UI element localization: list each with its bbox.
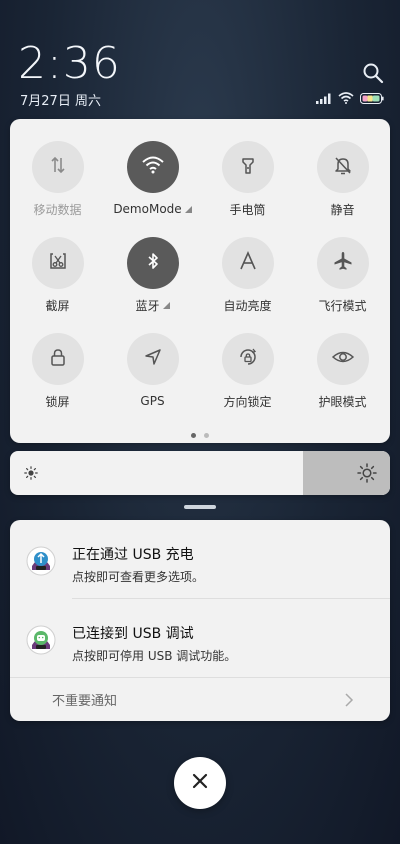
screenshot-icon [47,250,69,276]
tile-label: 移动数据 [33,201,81,217]
page-dot [204,433,209,438]
tile-circle [31,141,84,193]
tile-circle [221,141,274,193]
usb-icon [26,546,56,576]
tile-label: 自动亮度 [223,297,271,313]
notification-usb-charging[interactable]: 正在通过 USB 充电 点按即可查看更多选项。 [10,520,390,598]
tile-label: 方向锁定 [223,393,271,409]
airplane-icon [332,250,354,276]
tile-circle [221,237,274,289]
tile-label-text: 锁屏 [45,394,70,409]
tile-label-text: 护眼模式 [318,394,367,409]
tile-label: 蓝牙 [135,297,170,313]
tile-rotation-lock[interactable]: 方向锁定 [200,333,295,409]
android-debug-icon [26,625,56,655]
rotation-lock-icon [237,346,259,372]
search-icon[interactable] [362,62,384,84]
tile-label: 静音 [330,201,354,217]
notification-body: 点按即可查看更多选项。 [72,570,205,584]
tile-label-text: 方向锁定 [223,394,272,409]
wifi-status-icon [338,92,354,104]
bluetooth-icon [142,250,164,276]
close-icon [191,772,209,794]
tile-label-text: DemoMode [113,202,182,216]
tile-label-text: 移动数据 [33,202,82,217]
quick-settings-panel: 移动数据 DemoMode 手电筒 静音 截屏 蓝牙 自动亮度 飞行模式 锁屏 … [10,119,390,443]
tile-circle [126,237,179,289]
tile-label-text: GPS [140,394,165,408]
tile-wifi[interactable]: DemoMode [105,141,200,217]
notification-title: 正在通过 USB 充电 [72,547,194,563]
tile-silent[interactable]: 静音 [295,141,390,217]
tile-circle [316,141,369,193]
tile-bluetooth[interactable]: 蓝牙 [105,237,200,313]
tile-circle [31,237,84,289]
tile-label-text: 手电筒 [229,202,266,217]
tile-label-text: 飞行模式 [318,298,367,313]
bell-off-icon [332,154,354,180]
tile-label-text: 自动亮度 [223,298,272,313]
tile-airplane-mode[interactable]: 飞行模式 [295,237,390,313]
chevron-right-icon [344,692,354,712]
wifi-icon [141,155,165,179]
unimportant-notifications-row[interactable]: 不重要通知 [10,678,390,721]
tile-label-text: 蓝牙 [135,298,160,313]
tile-label: 锁屏 [45,393,69,409]
flashlight-icon [237,154,259,180]
tile-auto-brightness[interactable]: 自动亮度 [200,237,295,313]
signal-corner-icon [162,301,170,309]
tile-label-text: 静音 [330,202,355,217]
notification-body: 点按即可停用 USB 调试功能。 [72,649,237,663]
quick-settings-grid: 移动数据 DemoMode 手电筒 静音 截屏 蓝牙 自动亮度 飞行模式 锁屏 … [10,141,390,409]
tile-circle [316,333,369,385]
brightness-high-icon [357,463,377,487]
eye-icon [331,346,355,372]
tile-lock-screen[interactable]: 锁屏 [10,333,105,409]
tile-label: 飞行模式 [318,297,366,313]
unimportant-label: 不重要通知 [52,694,118,709]
gps-icon [142,346,164,372]
tile-flashlight[interactable]: 手电筒 [200,141,295,217]
signal-corner-icon [184,205,192,213]
tile-circle [126,333,179,385]
brightness-low-icon [24,465,38,484]
tile-label: GPS [140,393,164,409]
date: 7月27日 周六 [20,94,101,109]
tile-label: 手电筒 [229,201,265,217]
clock: 2:36 [18,38,121,89]
page-dot [191,433,196,438]
auto-brightness-icon [237,250,259,276]
tile-circle [126,141,179,193]
drag-handle[interactable] [184,505,216,509]
tile-label-text: 截屏 [45,298,70,313]
battery-icon [360,92,384,104]
tile-mobile-data[interactable]: 移动数据 [10,141,105,217]
tile-screenshot[interactable]: 截屏 [10,237,105,313]
mobile-data-icon [47,154,69,180]
signal-icon [316,93,332,104]
tile-label: DemoMode [113,201,192,217]
status-icons [316,92,384,104]
close-button[interactable] [174,757,226,809]
lock-icon [47,346,69,372]
notification-card: 正在通过 USB 充电 点按即可查看更多选项。 已连接到 USB 调试 点按即可… [10,520,390,721]
brightness-slider[interactable] [10,451,390,495]
tile-label: 截屏 [45,297,69,313]
page-indicator [191,433,209,438]
notification-title: 已连接到 USB 调试 [72,626,194,642]
tile-gps[interactable]: GPS [105,333,200,409]
notification-usb-debugging[interactable]: 已连接到 USB 调试 点按即可停用 USB 调试功能。 [10,599,390,677]
tile-eye-protection[interactable]: 护眼模式 [295,333,390,409]
tile-circle [221,333,274,385]
tile-circle [31,333,84,385]
tile-label: 护眼模式 [318,393,366,409]
tile-circle [316,237,369,289]
